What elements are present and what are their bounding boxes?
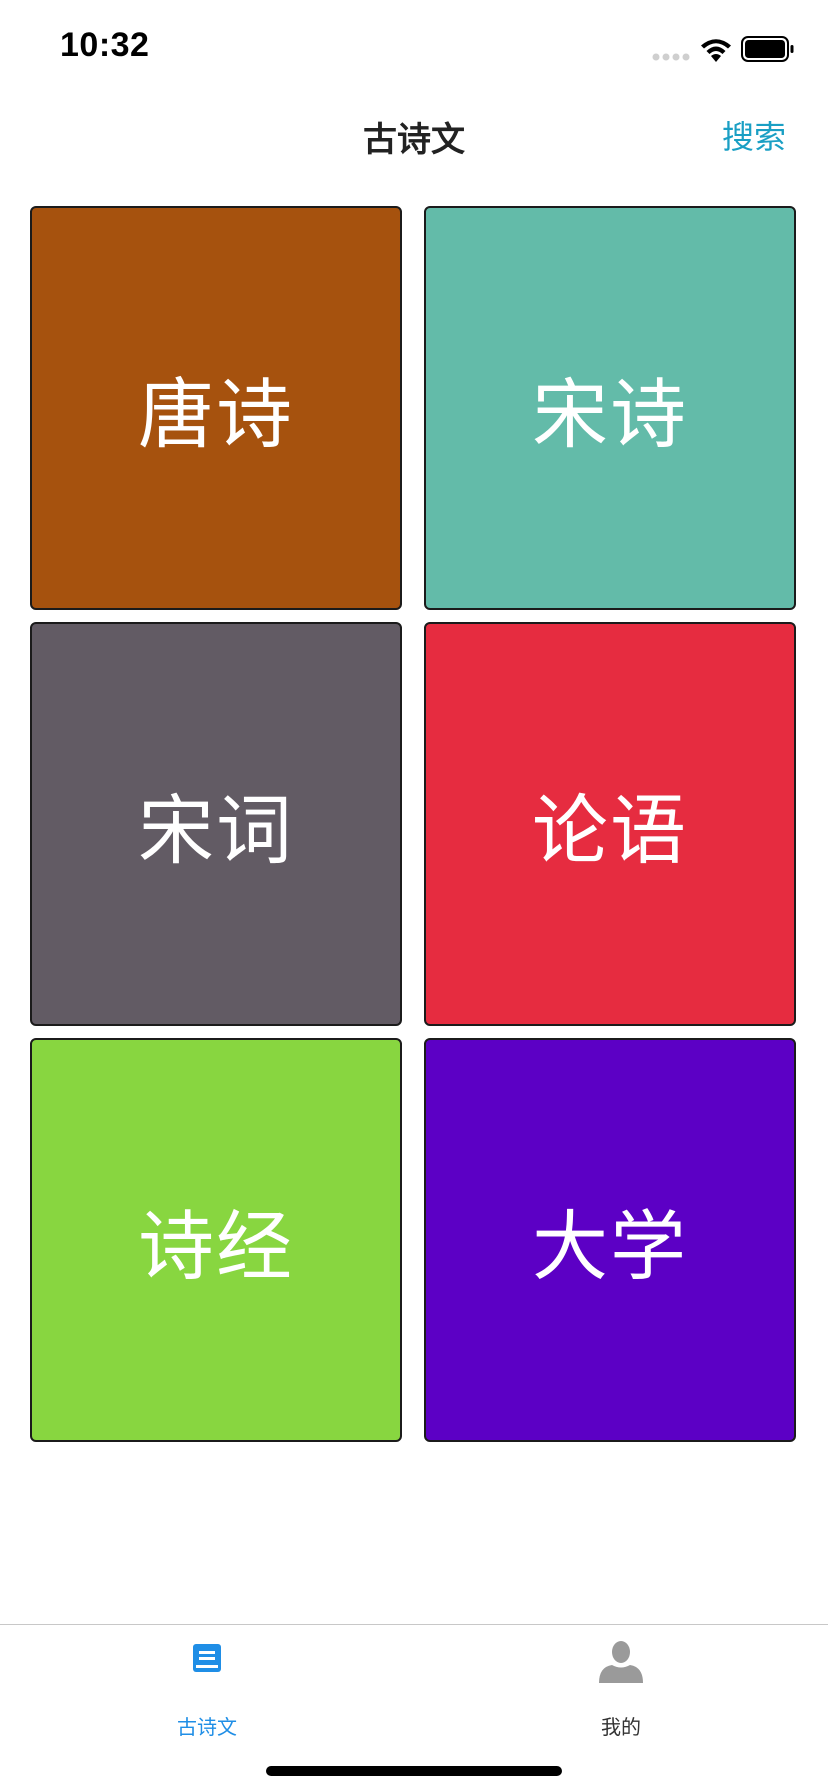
tile-lunyu[interactable]: 论语 xyxy=(424,622,796,1026)
status-bar: 10:32 xyxy=(0,0,828,96)
tile-label: 论语 xyxy=(532,786,688,875)
home-indicator[interactable] xyxy=(266,1766,562,1776)
navigation-bar: 古诗文 搜索 xyxy=(0,96,828,184)
tab-label: 我的 xyxy=(601,1715,641,1739)
search-button[interactable]: 搜索 xyxy=(722,112,786,158)
screen: 10:32 古诗文 搜索 唐诗 宋诗 宋词 论语 诗经 大学 古诗文 我的 xyxy=(0,0,828,1792)
tile-tangshi[interactable]: 唐诗 xyxy=(30,206,402,610)
battery-icon xyxy=(741,36,794,62)
tab-label: 古诗文 xyxy=(177,1715,237,1739)
status-time: 10:32 xyxy=(60,26,150,64)
tile-label: 宋词 xyxy=(138,786,294,875)
tab-mine[interactable]: 我的 xyxy=(414,1625,828,1745)
tile-label: 唐诗 xyxy=(138,370,294,459)
wifi-icon xyxy=(701,39,731,62)
tab-poetry[interactable]: 古诗文 xyxy=(0,1625,414,1745)
tile-shijing[interactable]: 诗经 xyxy=(30,1038,402,1442)
tile-label: 大学 xyxy=(532,1202,688,1291)
user-icon xyxy=(599,1641,643,1683)
tile-label: 宋诗 xyxy=(532,370,688,459)
tile-daxue[interactable]: 大学 xyxy=(424,1038,796,1442)
tile-label: 诗经 xyxy=(138,1202,294,1291)
signal-icon xyxy=(652,53,690,61)
tile-songshi[interactable]: 宋诗 xyxy=(424,206,796,610)
tile-songci[interactable]: 宋词 xyxy=(30,622,402,1026)
document-icon xyxy=(193,1644,221,1672)
page-title: 古诗文 xyxy=(363,120,465,160)
